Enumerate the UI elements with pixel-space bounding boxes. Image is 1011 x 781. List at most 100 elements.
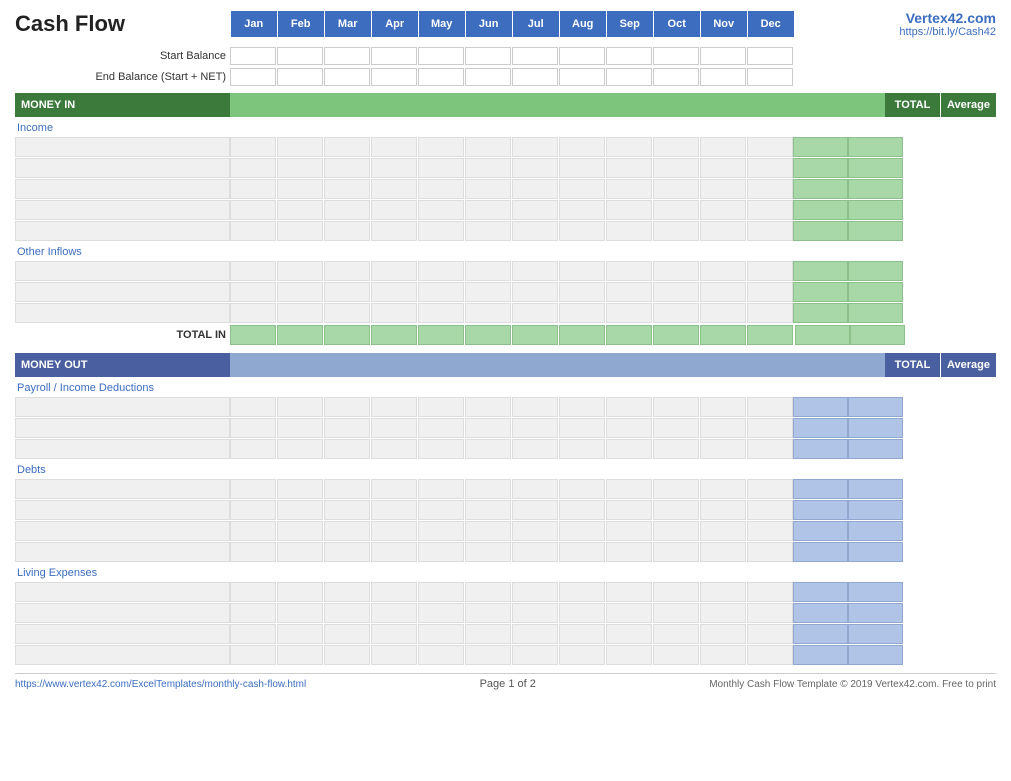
cell-2[interactable] xyxy=(324,179,370,199)
total-in-avg[interactable] xyxy=(850,325,905,345)
other-inflows-row-2-avg[interactable] xyxy=(848,282,903,302)
cell-7[interactable] xyxy=(559,200,605,220)
cell-9[interactable] xyxy=(653,200,699,220)
cell-3[interactable] xyxy=(371,200,417,220)
income-row-1-label[interactable] xyxy=(15,137,230,157)
cell-9[interactable] xyxy=(653,261,699,281)
cell-5[interactable] xyxy=(465,479,511,499)
balance-cell-3[interactable] xyxy=(371,68,417,86)
cell-9[interactable] xyxy=(653,542,699,562)
cell-8[interactable] xyxy=(606,624,652,644)
cell-8[interactable] xyxy=(606,418,652,438)
cell-2[interactable] xyxy=(324,624,370,644)
cell-3[interactable] xyxy=(371,645,417,665)
cell-5[interactable] xyxy=(465,303,511,323)
cell-6[interactable] xyxy=(512,158,558,178)
cell-11[interactable] xyxy=(747,521,793,541)
cell-1[interactable] xyxy=(277,137,323,157)
cell-11[interactable] xyxy=(747,542,793,562)
cell-10[interactable] xyxy=(700,439,746,459)
cell-11[interactable] xyxy=(747,261,793,281)
cell-10[interactable] xyxy=(700,137,746,157)
month-btn-dec[interactable]: Dec xyxy=(748,11,794,37)
cell-8[interactable] xyxy=(606,158,652,178)
cell-1[interactable] xyxy=(277,479,323,499)
cell-9[interactable] xyxy=(653,221,699,241)
cell-7[interactable] xyxy=(559,582,605,602)
cell-10[interactable] xyxy=(700,645,746,665)
cell-1[interactable] xyxy=(277,200,323,220)
cell-8[interactable] xyxy=(606,439,652,459)
cell-4[interactable] xyxy=(418,439,464,459)
cell-3[interactable] xyxy=(371,137,417,157)
balance-cell-7[interactable] xyxy=(559,68,605,86)
cell-6[interactable] xyxy=(512,221,558,241)
cell-6[interactable] xyxy=(512,179,558,199)
cell-11[interactable] xyxy=(747,200,793,220)
cell-3[interactable] xyxy=(371,582,417,602)
income-row-5-avg[interactable] xyxy=(848,221,903,241)
cell-3[interactable] xyxy=(371,179,417,199)
cell-8[interactable] xyxy=(606,603,652,623)
cell-7[interactable] xyxy=(559,158,605,178)
cell-4[interactable] xyxy=(418,500,464,520)
payroll-row-2-total[interactable] xyxy=(793,418,848,438)
total-in-total[interactable] xyxy=(795,325,850,345)
cell-1[interactable] xyxy=(277,261,323,281)
payroll-row-2-avg[interactable] xyxy=(848,418,903,438)
payroll-row-3-label[interactable] xyxy=(15,439,230,459)
cell-1[interactable] xyxy=(277,500,323,520)
total-in-cell-2[interactable] xyxy=(324,325,370,345)
cell-11[interactable] xyxy=(747,179,793,199)
balance-cell-3[interactable] xyxy=(371,47,417,65)
debts-row-3-avg[interactable] xyxy=(848,521,903,541)
cell-5[interactable] xyxy=(465,582,511,602)
balance-cell-0[interactable] xyxy=(230,68,276,86)
month-btn-oct[interactable]: Oct xyxy=(654,11,700,37)
cell-4[interactable] xyxy=(418,221,464,241)
cell-6[interactable] xyxy=(512,282,558,302)
payroll-row-1-avg[interactable] xyxy=(848,397,903,417)
other-inflows-row-3-avg[interactable] xyxy=(848,303,903,323)
month-btn-apr[interactable]: Apr xyxy=(372,11,418,37)
cell-10[interactable] xyxy=(700,521,746,541)
cell-8[interactable] xyxy=(606,521,652,541)
income-row-1-total[interactable] xyxy=(793,137,848,157)
cell-10[interactable] xyxy=(700,397,746,417)
cell-2[interactable] xyxy=(324,261,370,281)
month-btn-jun[interactable]: Jun xyxy=(466,11,512,37)
month-btn-jan[interactable]: Jan xyxy=(231,11,277,37)
cell-0[interactable] xyxy=(230,418,276,438)
income-row-2-label[interactable] xyxy=(15,158,230,178)
cell-8[interactable] xyxy=(606,261,652,281)
cell-2[interactable] xyxy=(324,645,370,665)
cell-7[interactable] xyxy=(559,645,605,665)
cell-4[interactable] xyxy=(418,542,464,562)
cell-6[interactable] xyxy=(512,500,558,520)
total-in-cell-10[interactable] xyxy=(700,325,746,345)
debts-row-3-total[interactable] xyxy=(793,521,848,541)
month-btn-feb[interactable]: Feb xyxy=(278,11,324,37)
cell-4[interactable] xyxy=(418,645,464,665)
cell-9[interactable] xyxy=(653,303,699,323)
cell-3[interactable] xyxy=(371,261,417,281)
cell-10[interactable] xyxy=(700,179,746,199)
month-navigation[interactable]: JanFebMarAprMayJunJulAugSepOctNovDec xyxy=(231,11,794,37)
cell-2[interactable] xyxy=(324,282,370,302)
income-row-2-avg[interactable] xyxy=(848,158,903,178)
cell-1[interactable] xyxy=(277,521,323,541)
cell-4[interactable] xyxy=(418,521,464,541)
cell-2[interactable] xyxy=(324,439,370,459)
living-row-3-label[interactable] xyxy=(15,624,230,644)
cell-8[interactable] xyxy=(606,200,652,220)
cell-1[interactable] xyxy=(277,603,323,623)
income-row-5-label[interactable] xyxy=(15,221,230,241)
cell-2[interactable] xyxy=(324,603,370,623)
month-btn-nov[interactable]: Nov xyxy=(701,11,747,37)
cell-10[interactable] xyxy=(700,221,746,241)
cell-2[interactable] xyxy=(324,303,370,323)
cell-9[interactable] xyxy=(653,418,699,438)
cell-11[interactable] xyxy=(747,303,793,323)
cell-8[interactable] xyxy=(606,542,652,562)
cell-6[interactable] xyxy=(512,521,558,541)
